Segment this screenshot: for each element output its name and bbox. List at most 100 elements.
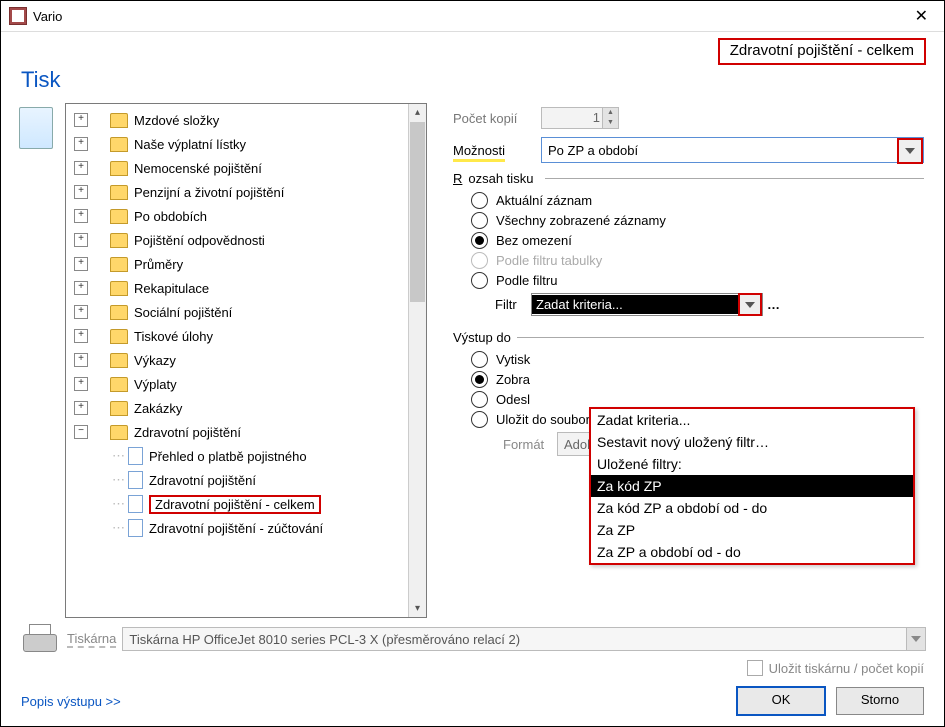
expand-icon[interactable]: + xyxy=(74,353,88,367)
expand-icon[interactable]: + xyxy=(74,257,88,271)
folder-icon xyxy=(110,401,128,416)
expand-icon[interactable]: + xyxy=(74,401,88,415)
expand-icon[interactable]: + xyxy=(74,305,88,319)
radio-icon[interactable] xyxy=(471,411,488,428)
tree-folder[interactable]: +Naše výplatní lístky xyxy=(70,132,408,156)
folder-icon xyxy=(110,257,128,272)
tree-folder[interactable]: +Nemocenské pojištění xyxy=(70,156,408,180)
folder-icon xyxy=(110,209,128,224)
collapse-icon[interactable]: − xyxy=(74,425,88,439)
filtr-dropdown-list[interactable]: Zadat kriteria...Sestavit nový uložený f… xyxy=(589,407,915,565)
close-button[interactable]: ✕ xyxy=(907,2,936,30)
radio-icon[interactable] xyxy=(471,371,488,388)
window-title: Vario xyxy=(33,9,907,24)
expand-icon[interactable]: + xyxy=(74,137,88,151)
print-dialog: Vario ✕ Zdravotní pojištění - celkem Tis… xyxy=(0,0,945,727)
vystup-option[interactable]: Zobra xyxy=(471,371,924,388)
printer-dropdown-button[interactable] xyxy=(906,628,925,650)
folder-icon xyxy=(110,113,128,128)
format-label: Formát xyxy=(503,437,557,452)
radio-icon[interactable] xyxy=(471,232,488,249)
report-name-preview: Zdravotní pojištění - celkem xyxy=(718,38,926,65)
tree-item[interactable]: ⋯Zdravotní pojištění - celkem xyxy=(70,492,408,516)
options-label: Možnosti xyxy=(453,143,505,162)
report-tree[interactable]: +Mzdové složky+Naše výplatní lístky+Nemo… xyxy=(65,103,427,618)
tree-folder[interactable]: +Tiskové úlohy xyxy=(70,324,408,348)
tree-folder[interactable]: +Zakázky xyxy=(70,396,408,420)
tree-folder[interactable]: +Po obdobích xyxy=(70,204,408,228)
tree-folder[interactable]: +Výkazy xyxy=(70,348,408,372)
dropdown-item[interactable]: Za kód ZP a období od - do xyxy=(591,497,913,519)
tree-folder[interactable]: +Průměry xyxy=(70,252,408,276)
vystup-option[interactable]: Odesl xyxy=(471,391,924,408)
ok-button[interactable]: OK xyxy=(736,686,826,716)
expand-icon[interactable]: + xyxy=(74,209,88,223)
folder-icon xyxy=(110,329,128,344)
folder-icon xyxy=(110,185,128,200)
rozsah-option[interactable]: Bez omezení xyxy=(471,232,924,249)
output-description-link[interactable]: Popis výstupu >> xyxy=(21,694,726,709)
folder-icon xyxy=(110,377,128,392)
dropdown-item[interactable]: Za kód ZP xyxy=(591,475,913,497)
options-combo[interactable]: Po ZP a období xyxy=(541,137,924,163)
save-printer-checkbox[interactable] xyxy=(747,660,763,676)
tree-item[interactable]: ⋯Přehled o platbě pojistného xyxy=(70,444,408,468)
scroll-down[interactable]: ▾ xyxy=(409,600,426,617)
options-dropdown-button[interactable] xyxy=(897,138,923,164)
rozsah-option[interactable]: Podle filtru xyxy=(471,272,924,289)
folder-icon xyxy=(110,161,128,176)
dropdown-item[interactable]: Uložené filtry: xyxy=(591,453,913,475)
rozsah-option[interactable]: Aktuální záznam xyxy=(471,192,924,209)
copies-label: Počet kopií xyxy=(453,111,541,126)
folder-icon xyxy=(110,137,128,152)
tree-scrollbar[interactable]: ▴ ▾ xyxy=(408,104,426,617)
tree-folder-expanded[interactable]: −Zdravotní pojištění xyxy=(70,420,408,444)
app-icon xyxy=(9,7,27,25)
filtr-more-button[interactable]: … xyxy=(767,297,781,312)
tree-item[interactable]: ⋯Zdravotní pojištění - zúčtování xyxy=(70,516,408,540)
expand-icon[interactable]: + xyxy=(74,233,88,247)
tree-folder[interactable]: +Pojištění odpovědnosti xyxy=(70,228,408,252)
cancel-button[interactable]: Storno xyxy=(836,687,924,715)
expand-icon[interactable]: + xyxy=(74,329,88,343)
copies-spinner[interactable]: ▲▼ xyxy=(602,108,618,128)
dropdown-item[interactable]: Za ZP xyxy=(591,519,913,541)
tree-item[interactable]: ⋯Zdravotní pojištění xyxy=(70,468,408,492)
file-icon xyxy=(128,471,143,489)
expand-icon[interactable]: + xyxy=(74,377,88,391)
expand-icon[interactable]: + xyxy=(74,113,88,127)
dropdown-item[interactable]: Sestavit nový uložený filtr… xyxy=(591,431,913,453)
radio-icon[interactable] xyxy=(471,272,488,289)
filtr-dropdown-button[interactable] xyxy=(738,293,762,316)
vystup-title: Výstup do xyxy=(453,330,517,345)
tree-folder[interactable]: +Rekapitulace xyxy=(70,276,408,300)
radio-icon xyxy=(471,252,488,269)
expand-icon[interactable]: + xyxy=(74,161,88,175)
tree-folder[interactable]: +Výplaty xyxy=(70,372,408,396)
expand-icon[interactable]: + xyxy=(74,185,88,199)
filtr-label: Filtr xyxy=(495,297,531,312)
radio-icon[interactable] xyxy=(471,351,488,368)
tree-folder[interactable]: +Penzijní a životní pojištění xyxy=(70,180,408,204)
rozsah-option[interactable]: Všechny zobrazené záznamy xyxy=(471,212,924,229)
radio-icon[interactable] xyxy=(471,391,488,408)
printer-icon xyxy=(19,624,61,654)
dropdown-item[interactable]: Zadat kriteria... xyxy=(591,409,913,431)
radio-icon[interactable] xyxy=(471,212,488,229)
scroll-thumb[interactable] xyxy=(410,122,425,302)
printer-label: Tiskárna xyxy=(67,631,116,648)
tree-folder[interactable]: +Sociální pojištění xyxy=(70,300,408,324)
printer-combo[interactable]: Tiskárna HP OfficeJet 8010 series PCL-3 … xyxy=(122,627,926,651)
expand-icon[interactable]: + xyxy=(74,281,88,295)
scroll-up[interactable]: ▴ xyxy=(409,104,426,121)
folder-icon xyxy=(110,425,128,440)
filtr-combo[interactable]: Zadat kriteria... xyxy=(531,293,763,316)
file-icon xyxy=(128,519,143,537)
copies-input[interactable]: 1 ▲▼ xyxy=(541,107,619,129)
tree-folder[interactable]: +Mzdové složky xyxy=(70,108,408,132)
folder-icon xyxy=(110,353,128,368)
radio-icon[interactable] xyxy=(471,192,488,209)
vystup-option[interactable]: Vytisk xyxy=(471,351,924,368)
folder-icon xyxy=(110,281,128,296)
dropdown-item[interactable]: Za ZP a období od - do xyxy=(591,541,913,563)
